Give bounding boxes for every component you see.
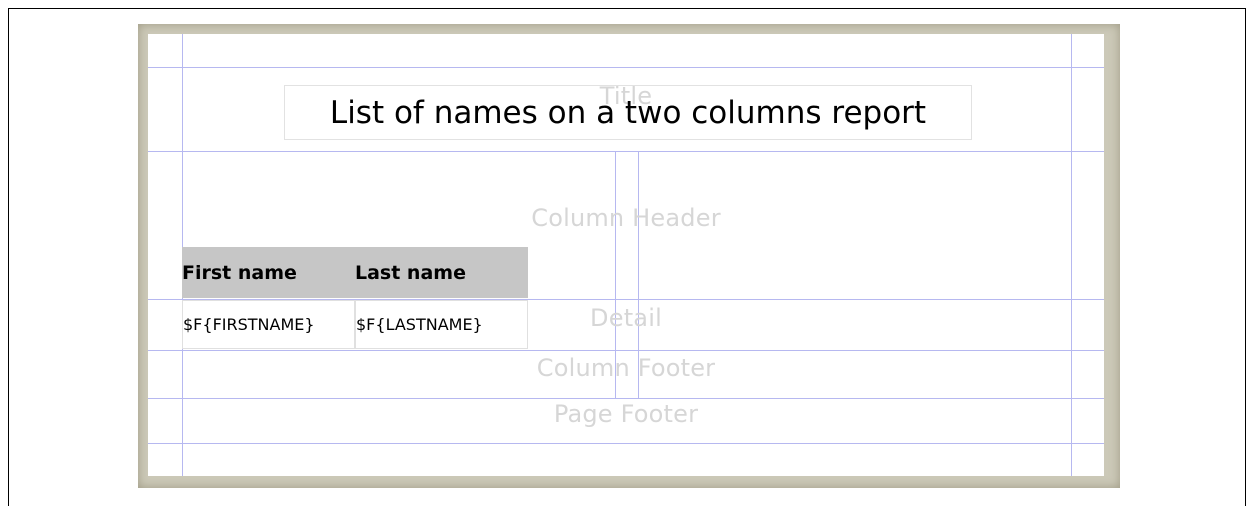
title-band-bottom-guide[interactable] — [148, 151, 1104, 152]
band-label-page-footer: Page Footer — [553, 400, 699, 428]
detail-band-bottom-guide[interactable] — [148, 350, 1104, 351]
lastname-field[interactable]: $F{LASTNAME} — [355, 300, 528, 349]
band-label-column-header: Column Header — [531, 204, 721, 232]
band-label-column-footer: Column Footer — [536, 354, 716, 382]
last-name-header[interactable]: Last name — [355, 262, 466, 284]
report-title-textfield[interactable]: List of names on a two columns report — [284, 85, 972, 140]
column-footer-band-bottom-guide[interactable] — [148, 398, 1104, 399]
top-margin-guide[interactable] — [148, 67, 1104, 68]
report-page[interactable]: Title Column Header Detail Column Footer… — [148, 34, 1104, 476]
right-margin-guide[interactable] — [1071, 34, 1072, 476]
firstname-field[interactable]: $F{FIRSTNAME} — [182, 300, 355, 349]
page-footer-band-bottom-guide[interactable] — [148, 443, 1104, 444]
first-name-header[interactable]: First name — [182, 262, 297, 284]
band-label-detail: Detail — [590, 304, 662, 332]
